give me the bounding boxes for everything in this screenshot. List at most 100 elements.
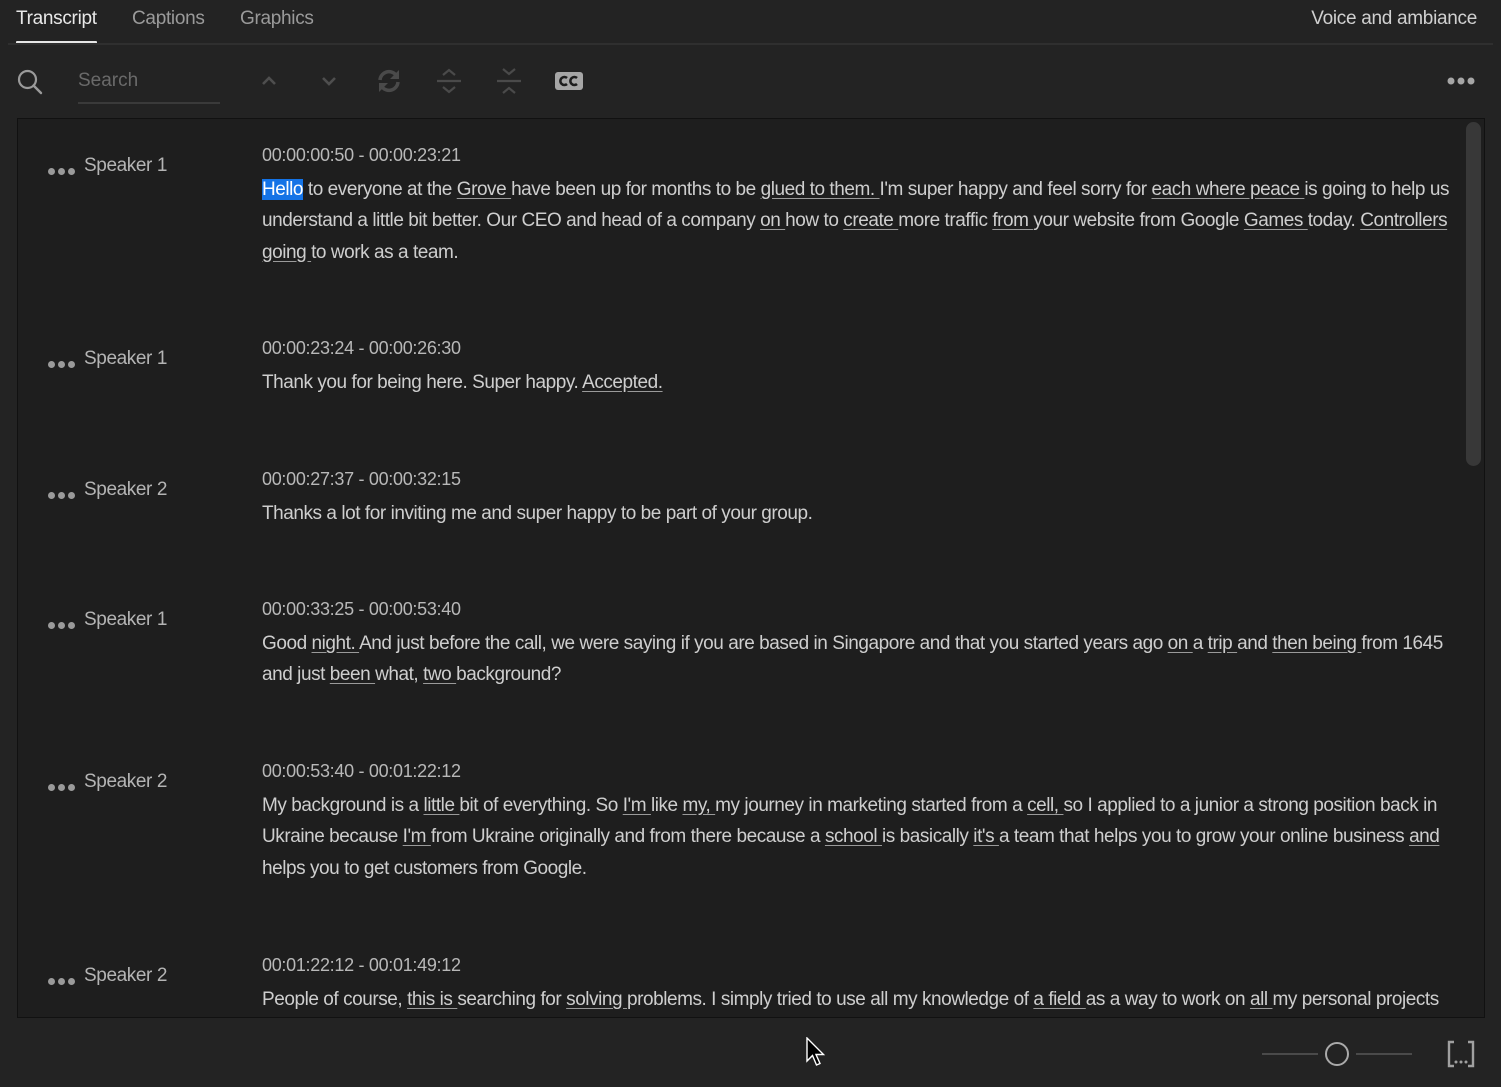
transcript-words[interactable]: my journey in marketing started from a xyxy=(715,795,1027,816)
dot xyxy=(48,621,55,629)
speaker-label[interactable]: Speaker 2 xyxy=(84,771,167,793)
transcript-words[interactable]: Thanks a lot for inviting me and super h… xyxy=(262,503,813,524)
segment-timecode: 00:00:53:40 - 00:01:22:12 xyxy=(262,761,461,781)
low-confidence-word[interactable]: Games xyxy=(1244,210,1308,231)
dot xyxy=(48,360,55,368)
previous-result-button[interactable] xyxy=(252,64,286,98)
transcript-words[interactable]: bit of everything. So xyxy=(459,795,622,816)
transcript-words[interactable]: Thank you for being here. Super happy. xyxy=(262,372,582,393)
low-confidence-word[interactable]: school xyxy=(825,826,882,847)
low-confidence-word[interactable]: I'm xyxy=(403,826,431,847)
panel-title[interactable]: Voice and ambiance xyxy=(1311,8,1477,30)
speaker-label[interactable]: Speaker 1 xyxy=(84,155,167,177)
speaker-label[interactable]: Speaker 2 xyxy=(84,965,167,987)
segment-menu-icon[interactable] xyxy=(48,489,76,501)
next-result-button[interactable] xyxy=(312,64,346,98)
segment-text[interactable]: My background is a little bit of everyth… xyxy=(262,790,1462,884)
dot xyxy=(58,360,65,368)
transcript-words[interactable]: from Ukraine originally and from there b… xyxy=(431,826,825,847)
transcript-words[interactable]: how to xyxy=(785,210,843,231)
low-confidence-word[interactable]: from xyxy=(992,210,1033,231)
low-confidence-word[interactable]: then being xyxy=(1272,633,1361,654)
tab-transcript[interactable]: Transcript xyxy=(16,8,97,44)
transcript-words[interactable]: And just before the call, we were saying… xyxy=(359,633,1168,654)
expand-all-icon xyxy=(437,68,461,94)
low-confidence-word[interactable]: been xyxy=(330,664,375,685)
transcript-words[interactable]: what, xyxy=(375,664,423,685)
more-options-button[interactable] xyxy=(1444,64,1478,98)
captions-button[interactable] xyxy=(552,64,586,98)
low-confidence-word[interactable]: this is xyxy=(407,989,457,1010)
text-zoom-slider[interactable] xyxy=(1262,1040,1412,1068)
scrollbar-thumb[interactable] xyxy=(1466,122,1481,466)
tab-captions[interactable]: Captions xyxy=(132,8,205,30)
fit-view-button[interactable] xyxy=(1446,1040,1476,1068)
collapse-all-button[interactable] xyxy=(492,64,526,98)
refresh-button[interactable] xyxy=(372,64,406,98)
transcript-words[interactable]: My background is a xyxy=(262,795,423,816)
low-confidence-word[interactable]: two xyxy=(423,664,456,685)
transcript-words[interactable]: Good xyxy=(262,633,312,654)
low-confidence-word[interactable]: trip xyxy=(1208,633,1237,654)
transcript-words[interactable]: helps you to get customers from Google. xyxy=(262,858,587,879)
transcript-words[interactable]: People of course, xyxy=(262,989,407,1010)
segment-menu-icon[interactable] xyxy=(48,358,76,370)
segment-text[interactable]: Hello to everyone at the Grove have been… xyxy=(262,174,1462,268)
transcript-words[interactable]: your website from Google xyxy=(1033,210,1244,231)
transcript-words[interactable]: like xyxy=(651,795,683,816)
transcript-words[interactable]: today. xyxy=(1308,210,1360,231)
speaker-label[interactable]: Speaker 1 xyxy=(84,348,167,370)
segment-text[interactable]: Thank you for being here. Super happy. A… xyxy=(262,367,1462,398)
low-confidence-word[interactable]: all xyxy=(1250,989,1273,1010)
low-confidence-word[interactable]: and xyxy=(1409,826,1440,847)
segment-text[interactable]: Good night. And just before the call, we… xyxy=(262,628,1462,691)
low-confidence-word[interactable]: solving xyxy=(566,989,627,1010)
highlighted-word[interactable]: Hello xyxy=(262,179,304,200)
low-confidence-word[interactable]: on xyxy=(1168,633,1193,654)
tab-graphics[interactable]: Graphics xyxy=(240,8,314,30)
low-confidence-word[interactable]: each where peace xyxy=(1152,179,1305,200)
search-input[interactable] xyxy=(78,66,220,104)
transcript-words[interactable]: as a way to work on xyxy=(1086,989,1250,1010)
low-confidence-word[interactable]: glued to them. xyxy=(761,179,880,200)
segment-menu-icon[interactable] xyxy=(48,975,76,987)
speaker-label[interactable]: Speaker 1 xyxy=(84,609,167,631)
segment-menu-icon[interactable] xyxy=(48,781,76,793)
transcript-words[interactable]: to everyone at the xyxy=(303,179,457,200)
segment-menu-icon[interactable] xyxy=(48,619,76,631)
segment-text[interactable]: People of course, this is searching for … xyxy=(262,984,1462,1017)
dot xyxy=(48,977,55,985)
segment-text[interactable]: Thanks a lot for inviting me and super h… xyxy=(262,498,1462,529)
low-confidence-word[interactable]: cell, xyxy=(1027,795,1063,816)
speaker-label[interactable]: Speaker 2 xyxy=(84,479,167,501)
segment-menu-icon[interactable] xyxy=(48,165,76,177)
low-confidence-word[interactable]: night. xyxy=(312,633,360,654)
low-confidence-word[interactable]: it's xyxy=(973,826,999,847)
transcript-words[interactable]: is basically xyxy=(882,826,973,847)
transcript-words[interactable]: background? xyxy=(456,664,561,685)
transcript-words[interactable]: to work as a team. xyxy=(311,242,459,263)
low-confidence-word[interactable]: create xyxy=(843,210,898,231)
transcript-words[interactable]: more traffic xyxy=(898,210,992,231)
low-confidence-word[interactable]: on xyxy=(760,210,785,231)
transcript-words[interactable]: a xyxy=(1193,633,1208,654)
transcript-words[interactable]: problems. I simply tried to use all my k… xyxy=(627,989,1033,1010)
dot xyxy=(68,360,75,368)
low-confidence-word[interactable]: Accepted. xyxy=(582,372,663,393)
low-confidence-word[interactable]: my, xyxy=(682,795,715,816)
search-icon[interactable] xyxy=(16,68,44,96)
transcript-words[interactable]: I'm super happy and feel sorry for xyxy=(880,179,1152,200)
low-confidence-word[interactable]: little xyxy=(423,795,459,816)
slider-knob[interactable] xyxy=(1325,1042,1349,1066)
transcript-words[interactable]: a team that helps you to grow your onlin… xyxy=(999,826,1409,847)
scrollbar[interactable] xyxy=(1462,119,1482,1017)
low-confidence-word[interactable]: a field xyxy=(1033,989,1085,1010)
segment-timecode: 00:00:23:24 - 00:00:26:30 xyxy=(262,338,461,358)
chevron-down-icon xyxy=(322,77,336,86)
transcript-words[interactable]: and xyxy=(1237,633,1272,654)
transcript-words[interactable]: have been up for months to be xyxy=(511,179,761,200)
expand-all-button[interactable] xyxy=(432,64,466,98)
low-confidence-word[interactable]: I'm xyxy=(623,795,651,816)
transcript-words[interactable]: searching for xyxy=(457,989,566,1010)
low-confidence-word[interactable]: Grove xyxy=(457,179,511,200)
